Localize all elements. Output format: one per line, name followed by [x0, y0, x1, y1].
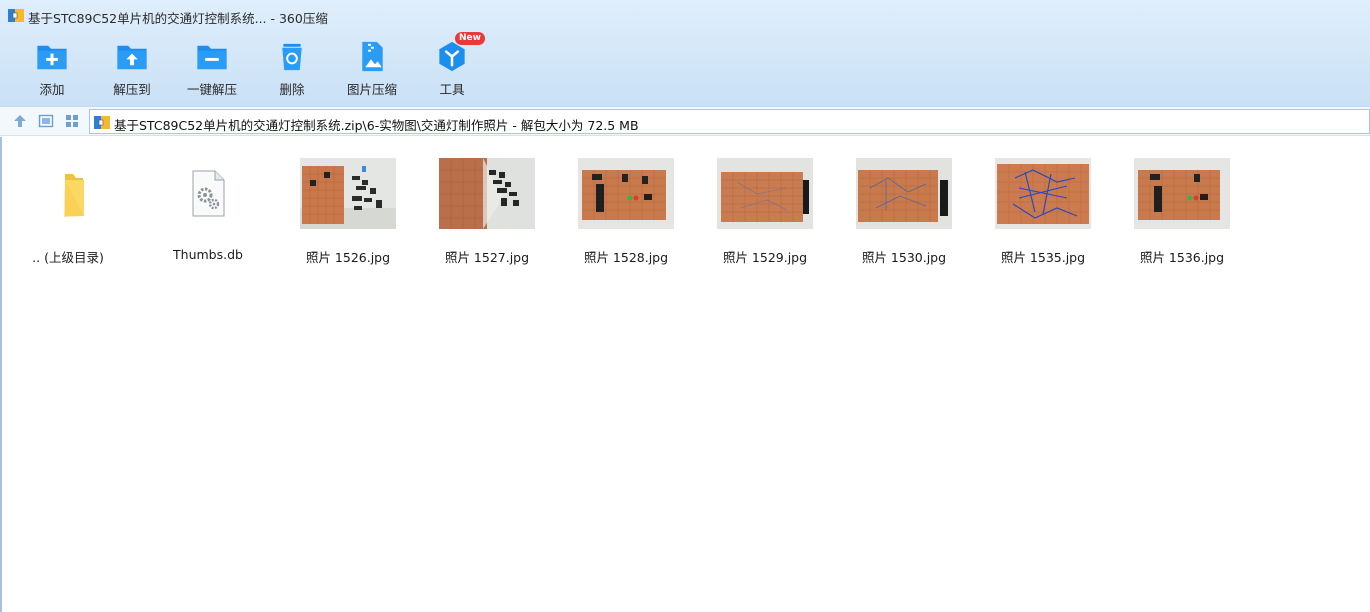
file-item-photo-1526[interactable]: 照片 1526.jpg: [288, 157, 408, 267]
new-badge: New: [455, 32, 485, 45]
image-compress-button[interactable]: 图片压缩: [329, 34, 415, 98]
recycle-bin-icon: [282, 43, 302, 71]
photo-thumbnail: [995, 158, 1091, 229]
tools-button[interactable]: New 工具: [409, 32, 495, 98]
file-name: 照片 1527.jpg: [444, 250, 530, 265]
app-window: 基于STC89C52单片机的交通灯控制系统... - 360压缩 添加 解压到 …: [0, 0, 1370, 612]
file-item-photo-1535[interactable]: 照片 1535.jpg: [983, 157, 1103, 267]
file-name: 照片 1526.jpg: [305, 250, 391, 265]
file-name: 照片 1536.jpg: [1139, 250, 1225, 265]
one-click-extract-icon: [197, 45, 227, 70]
toolbar: 添加 解压到 一键解压 删除 图片压缩 New 工具: [0, 32, 1370, 100]
file-view: .. (上级目录) Thumbs.db 照片 1526.jpg 照片 1527.…: [0, 137, 1370, 612]
file-item-photo-1530[interactable]: 照片 1530.jpg: [844, 157, 964, 267]
left-border: [0, 137, 2, 612]
add-folder-icon: [37, 45, 67, 70]
up-level-icon[interactable]: [12, 113, 28, 129]
extract-to-button[interactable]: 解压到: [89, 34, 175, 98]
photo-thumbnail: [300, 158, 396, 229]
file-name: 照片 1535.jpg: [1000, 250, 1086, 265]
photo-thumbnail: [856, 158, 952, 229]
one-click-extract-button[interactable]: 一键解压: [169, 34, 255, 98]
file-name: 照片 1528.jpg: [583, 250, 669, 265]
photo-thumbnail: [717, 158, 813, 229]
file-name: Thumbs.db: [173, 247, 243, 262]
add-label: 添加: [39, 82, 65, 97]
address-bar[interactable]: 基于STC89C52单片机的交通灯控制系统.zip\6-实物图\交通灯制作照片 …: [89, 109, 1370, 134]
address-row: 基于STC89C52单片机的交通灯控制系统.zip\6-实物图\交通灯制作照片 …: [0, 106, 1370, 136]
title-bar: 基于STC89C52单片机的交通灯控制系统... - 360压缩: [0, 0, 1370, 32]
file-item-photo-1529[interactable]: 照片 1529.jpg: [705, 157, 825, 267]
file-item-photo-1528[interactable]: 照片 1528.jpg: [566, 157, 686, 267]
file-name: .. (上级目录): [32, 250, 104, 265]
delete-button[interactable]: 删除: [249, 34, 335, 98]
detail-view-icon[interactable]: [38, 113, 54, 129]
photo-thumbnail: [439, 158, 535, 229]
file-item-thumbs-db[interactable]: Thumbs.db: [148, 157, 268, 267]
thumbnail-view-icon[interactable]: [64, 113, 80, 129]
extract-to-label: 解压到: [113, 82, 151, 97]
extract-to-icon: [117, 45, 147, 70]
tools-label: 工具: [439, 82, 465, 97]
file-item-photo-1527[interactable]: 照片 1527.jpg: [427, 157, 547, 267]
image-compress-icon: [362, 41, 383, 72]
one-click-extract-label: 一键解压: [186, 82, 237, 97]
address-path: 基于STC89C52单片机的交通灯控制系统.zip\6-实物图\交通灯制作照片 …: [114, 118, 639, 133]
archive-app-icon: [8, 9, 24, 22]
add-button[interactable]: 添加: [9, 34, 95, 98]
file-name: 照片 1529.jpg: [722, 250, 808, 265]
file-item-photo-1536[interactable]: 照片 1536.jpg: [1122, 157, 1242, 267]
file-item-parent[interactable]: .. (上级目录): [8, 157, 128, 267]
settings-file-icon: [192, 170, 225, 217]
delete-label: 删除: [279, 82, 305, 97]
image-compress-label: 图片压缩: [346, 82, 397, 97]
photo-thumbnail: [1134, 158, 1230, 229]
photo-thumbnail: [578, 158, 674, 229]
window-title: 基于STC89C52单片机的交通灯控制系统... - 360压缩: [28, 11, 328, 26]
window-chrome: 基于STC89C52单片机的交通灯控制系统... - 360压缩 添加 解压到 …: [0, 0, 1370, 106]
file-name: 照片 1530.jpg: [861, 250, 947, 265]
folder-icon: [64, 174, 84, 217]
archive-path-icon: [94, 116, 110, 129]
